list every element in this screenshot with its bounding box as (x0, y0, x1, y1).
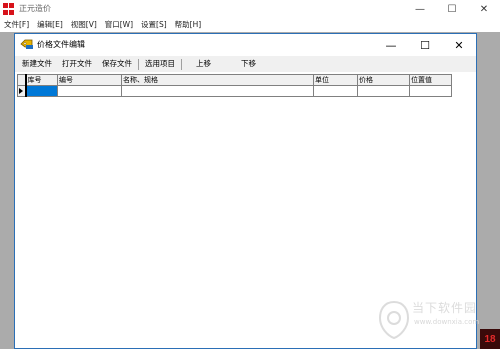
grid-cell-position[interactable] (409, 85, 452, 97)
app-titlebar: 正元造价 — ☐ ✕ (0, 0, 500, 18)
menu-view[interactable]: 视图[V] (67, 18, 101, 32)
menu-window[interactable]: 窗口[W] (101, 18, 137, 32)
save-file-button[interactable]: 保存文件 (102, 56, 132, 72)
grid-header-row: 库号 编号 名称、规格 单位 价格 位置值 (17, 74, 452, 86)
price-tag-icon (20, 39, 33, 49)
app-close-button[interactable]: ✕ (468, 0, 500, 18)
app-window-controls: — ☐ ✕ (404, 0, 500, 18)
column-header-code[interactable]: 编号 (57, 74, 122, 86)
app-title: 正元造价 (19, 4, 51, 13)
column-header-unit[interactable]: 单位 (313, 74, 358, 86)
child-close-button[interactable]: ✕ (442, 34, 476, 56)
toolbar-separator (138, 58, 139, 70)
table-row[interactable] (17, 85, 452, 97)
app-maximize-button[interactable]: ☐ (436, 0, 468, 18)
toolbar-separator (181, 58, 182, 70)
column-header-position[interactable]: 位置值 (409, 74, 452, 86)
menu-settings[interactable]: 设置[S] (137, 18, 171, 32)
grid-cell-name-spec[interactable] (121, 85, 314, 97)
new-file-button[interactable]: 新建文件 (22, 56, 52, 72)
grid-cell-code[interactable] (57, 85, 122, 97)
toolbar: 新建文件 打开文件 保存文件 选用项目 上移 下移 (15, 56, 476, 72)
price-grid[interactable]: 库号 编号 名称、规格 单位 价格 位置值 (17, 74, 452, 97)
menu-edit[interactable]: 编辑[E] (33, 18, 67, 32)
current-row-pointer-icon (19, 88, 23, 94)
watermark-url: www.downxia.com (414, 318, 480, 326)
child-window-title: 价格文件编辑 (37, 40, 85, 49)
column-header-lib-no[interactable]: 库号 (24, 74, 58, 86)
child-minimize-button[interactable]: — (374, 34, 408, 56)
app-minimize-button[interactable]: — (404, 0, 436, 18)
column-header-name-spec[interactable]: 名称、规格 (121, 74, 314, 86)
menu-file[interactable]: 文件[F] (0, 18, 33, 32)
column-header-price[interactable]: 价格 (357, 74, 410, 86)
watermark-text: 当下软件园 (412, 301, 478, 315)
menu-help[interactable]: 帮助[H] (171, 18, 206, 32)
watermark-logo-icon (378, 300, 410, 340)
menu-bar: 文件[F] 编辑[E] 视图[V] 窗口[W] 设置[S] 帮助[H] (0, 18, 500, 32)
move-down-button[interactable]: 下移 (241, 56, 256, 72)
select-items-button[interactable]: 选用项目 (145, 56, 175, 72)
grid-corner-cell (17, 74, 26, 86)
move-up-button[interactable]: 上移 (196, 56, 211, 72)
child-window-controls: — ☐ ✕ (374, 34, 476, 56)
child-maximize-button[interactable]: ☐ (408, 34, 442, 56)
row-indicator (17, 85, 26, 97)
grid-cell-price[interactable] (357, 85, 410, 97)
child-titlebar: 价格文件编辑 — ☐ ✕ (15, 34, 476, 56)
grid-cell-lib-no[interactable] (24, 85, 58, 97)
app-logo-icon (3, 3, 15, 15)
grid-cell-unit[interactable] (313, 85, 358, 97)
open-file-button[interactable]: 打开文件 (62, 56, 92, 72)
corner-badge: 18 (480, 329, 500, 349)
